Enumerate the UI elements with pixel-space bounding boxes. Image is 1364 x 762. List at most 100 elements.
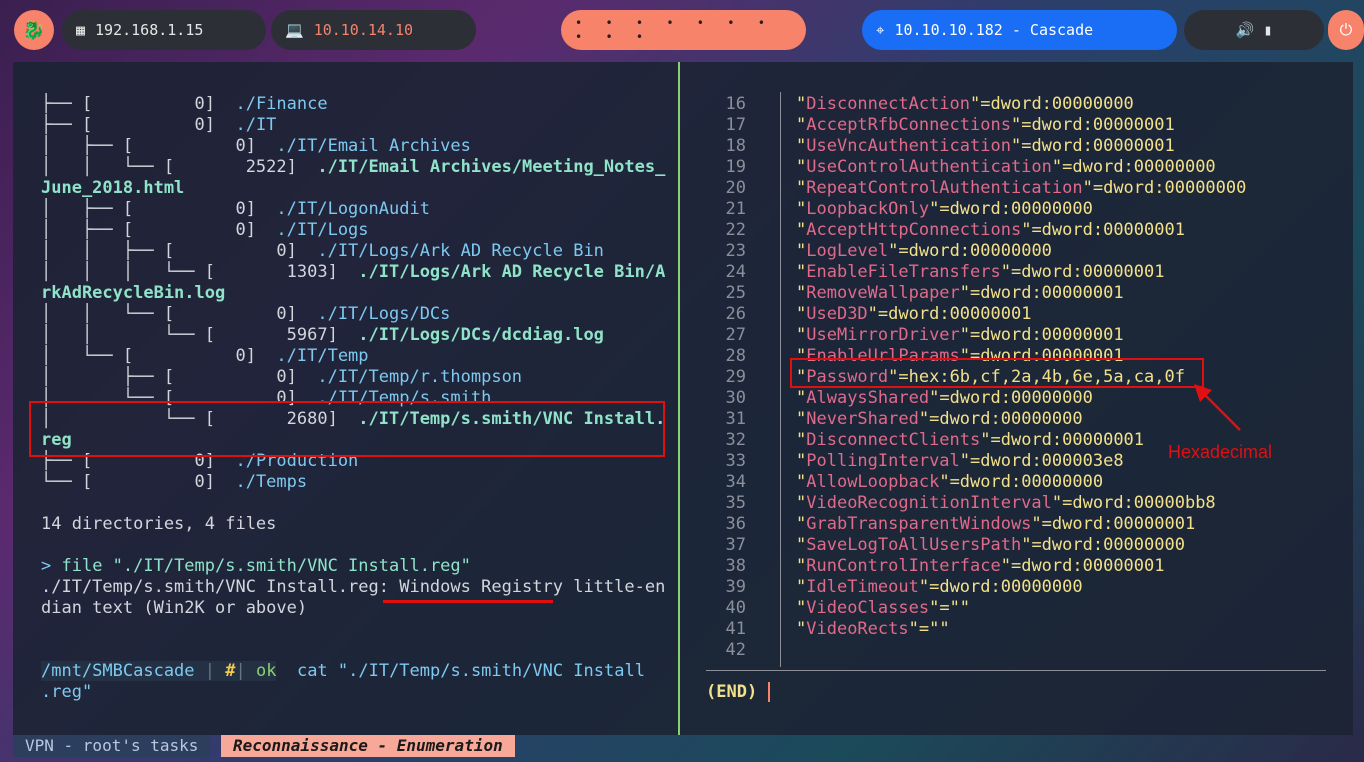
tree-branch: │ ├── [ 0] [41,220,277,240]
quote: " [929,199,940,219]
dir-path: ./IT/Logs/Ark AD Recycle Bin [317,241,604,261]
registry-key: VideoRects [806,619,909,639]
line-number: 36 [725,514,746,534]
registry-entry: "VideoRecognitionInterval"=dword:00000bb… [796,493,1216,514]
registry-value: =dword:00000000 [1062,157,1216,177]
file-path: ./IT/Logs/DCs/dcdiag.log [358,325,604,345]
file-command: > file "./IT/Temp/s.smith/VNC Install.re… [41,556,471,577]
terminal-window[interactable]: ├── [ 0] ./Finance ├── [ 0] ./IT │ ├── [ 0… [13,62,1353,735]
vpn-ip-label: 10.10.14.10 [313,21,414,39]
tree-row: │ │ │ └── [ 1303] ./IT/Logs/Ark AD Recyc… [41,262,665,283]
quote: " [796,472,807,492]
line-number: 22 [725,220,746,240]
line-number: 25 [725,283,746,303]
line-number: 34 [725,472,746,492]
line-number: 33 [725,451,746,471]
quote: " [1051,493,1063,513]
registry-entry: "AlwaysShared"=dword:00000000 [796,388,1093,409]
registry-entry: "GrabTransparentWindows"=dword:00000001 [796,514,1195,535]
tree-row: │ ├── [ 0] ./IT/Email Archives [41,136,471,157]
prompt-status-ok: ok [255,661,277,681]
left-terminal-pane[interactable]: ├── [ 0] ./Finance ├── [ 0] ./IT │ ├── [ 0… [13,62,678,735]
registry-entry: "SaveLogToAllUsersPath"=dword:00000000 [796,535,1185,556]
registry-entry: "VideoRects"="" [796,619,950,640]
quote: " [796,493,807,513]
registry-value: =dword:00000000 [980,94,1134,114]
registry-entry: "VideoClasses"="" [796,598,970,619]
highlight-box-password [790,358,1204,388]
target-widget[interactable]: ⌖ 10.10.10.182 - Cascade [862,10,1177,50]
crosshair-icon: ⌖ [876,21,885,39]
line-number-gutter [780,92,781,667]
quote: " [1010,136,1022,156]
registry-entry: "UseControlAuthentication"=dword:0000000… [796,157,1216,178]
quote: " [970,94,981,114]
power-button[interactable]: ⏻ [1328,10,1364,50]
registry-key: RunControlInterface [806,556,1001,576]
tree-branch: │ └── [ 0] [41,346,277,366]
status-phase[interactable]: Reconnaissance - Enumeration [221,735,515,757]
quote: " [1082,178,1093,198]
quote: " [1051,157,1063,177]
annotation-hexadecimal: Hexadecimal [1168,442,1273,462]
quote: " [918,409,930,429]
quote: " [796,535,807,555]
dir-path: ./IT/Logs/DCs [317,304,451,324]
tree-summary: 14 directories, 4 files [41,514,277,534]
status-tasks[interactable]: VPN - root's tasks [13,735,211,757]
line-number: 32 [725,430,746,450]
tree-branch: │ │ └── [ 2522] [41,157,318,177]
registry-key: AcceptHttpConnections [806,220,1022,240]
line-number: 16 [725,94,746,114]
vpn-ip-widget[interactable]: 💻 10.10.14.10 [271,10,476,50]
registry-key: SaveLogToAllUsersPath [806,535,1022,555]
registry-value: =dword:00000000 [929,409,1083,429]
registry-key: GrabTransparentWindows [806,514,1032,534]
dir-path: ./Finance [235,94,328,114]
quote: " [1021,535,1032,555]
registry-value: =dword:00000001 [1010,262,1165,282]
registry-value: =dword:00000001 [877,304,1032,324]
tree-branch: │ ├── [ 0] [41,199,277,219]
tree-row: ├── [ 0] ./Finance [41,94,328,115]
host-ip-widget[interactable]: ▦ 192.168.1.15 [62,10,266,50]
shell-prompt[interactable]: /mnt/SMBCascade | #| ok cat "./IT/Temp/s… [41,661,645,682]
file-output-line: ./IT/Temp/s.smith/VNC Install.reg: Windo… [41,577,666,597]
registry-value: =dword:00000000 [929,577,1083,597]
line-number: 19 [725,157,746,177]
registry-value: =dword:00000000 [939,388,1093,408]
line-number: 30 [725,388,746,408]
registry-entry: "UseD3D"=dword:00000001 [796,304,1031,325]
quote: " [796,220,807,240]
registry-value: =dword:000003e8 [970,451,1124,471]
registry-entry: "RepeatControlAuthentication"=dword:0000… [796,178,1246,199]
tree-row: June_2018.html [41,178,184,199]
line-number: 17 [725,115,746,135]
quote: " [796,115,807,135]
tree-row: │ ├── [ 0] ./IT/Temp/r.thompson [41,367,522,388]
registry-entry: "IdleTimeout"=dword:00000000 [796,577,1083,598]
kali-menu-button[interactable]: 🐉 [14,10,54,50]
prompt-command: cat "./IT/Temp/s.smith/VNC Install [296,661,645,681]
registry-key: LoopbackOnly [806,199,930,219]
pager-end-marker: (END) [706,682,758,702]
registry-value: =dword:00000bb8 [1062,493,1216,513]
workspace-switcher[interactable]: • • • • • • • • • • [561,10,806,50]
registry-key: PollingInterval [806,451,960,471]
registry-entry: "AcceptRfbConnections"=dword:00000001 [796,115,1175,136]
quote: " [796,430,807,450]
system-tray[interactable]: 🔊 ▮ [1184,10,1324,50]
line-number: 41 [725,619,746,639]
quote: " [908,619,919,639]
volume-battery-icons: 🔊 ▮ [1235,21,1273,39]
quote: " [1031,514,1042,534]
prompt-separator: | [235,661,256,681]
quote: " [1021,220,1032,240]
line-number: 38 [725,556,746,576]
right-terminal-pane[interactable]: 16 "DisconnectAction"=dword:00000000 17 "Ac… [680,62,1353,735]
registry-entry: "AcceptHttpConnections"=dword:00000001 [796,220,1185,241]
power-icon: ⏻ [1339,20,1353,39]
line-number: 27 [725,325,746,345]
registry-key: IdleTimeout [806,577,919,597]
line-number: 29 [725,367,746,387]
